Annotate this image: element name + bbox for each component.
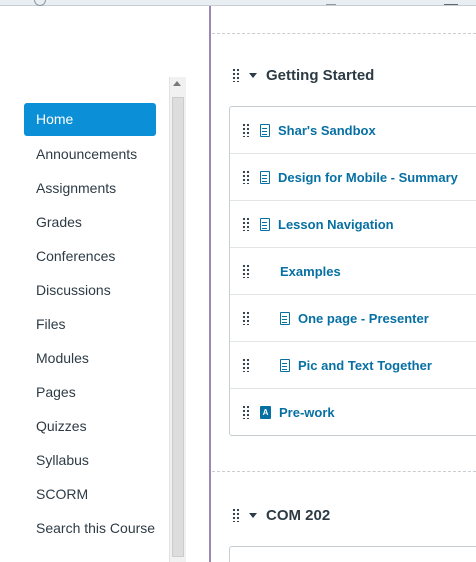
module-header: Getting Started — [232, 63, 374, 87]
module-item-link[interactable]: Pre-work — [279, 405, 335, 420]
content-divider — [209, 6, 211, 562]
quiz-icon: A — [260, 405, 271, 419]
module-items-list: Shar's Sandbox Design for Mobile - Summa… — [229, 106, 476, 436]
modules-content: Getting Started Shar's Sandbox Design fo… — [212, 6, 476, 562]
drag-handle-icon[interactable] — [242, 123, 250, 137]
module-items-list — [229, 546, 476, 562]
module-item-link[interactable]: Design for Mobile - Summary — [278, 170, 458, 185]
page-icon — [260, 123, 270, 137]
sidebar-item-quizzes[interactable]: Quizzes — [24, 409, 156, 443]
module-separator — [212, 471, 476, 472]
sidebar-item-grades[interactable]: Grades — [24, 205, 156, 239]
drag-handle-icon[interactable] — [242, 264, 250, 278]
drag-handle-icon[interactable] — [242, 170, 250, 184]
collapse-caret-icon[interactable] — [249, 72, 257, 78]
subheader-label: Examples — [280, 263, 341, 279]
sidebar-item-scorm[interactable]: SCORM — [24, 477, 156, 511]
module-title: COM 202 — [266, 506, 331, 524]
sidebar-item-assignments[interactable]: Assignments — [24, 171, 156, 205]
page-icon — [260, 217, 270, 231]
drag-handle-icon[interactable] — [232, 508, 240, 522]
course-nav-list: Home Announcements Assignments Grades Co… — [24, 103, 156, 539]
module-item: Shar's Sandbox — [230, 107, 476, 154]
module-item-link[interactable]: Pic and Text Together — [298, 358, 432, 373]
sidebar-item-conferences[interactable]: Conferences — [24, 239, 156, 273]
drag-handle-icon[interactable] — [232, 68, 240, 82]
drag-handle-icon[interactable] — [242, 405, 250, 419]
module-item: A Pre-work — [230, 389, 476, 435]
sidebar-item-home[interactable]: Home — [24, 103, 156, 136]
module-item-link[interactable]: Shar's Sandbox — [278, 123, 376, 138]
module-item: Lesson Navigation — [230, 201, 476, 248]
module-subheader: Examples — [230, 248, 476, 295]
scroll-up-arrow-icon[interactable] — [173, 81, 181, 86]
module-separator — [212, 33, 476, 34]
module-title: Getting Started — [266, 66, 375, 84]
module-item: Design for Mobile - Summary — [230, 154, 476, 201]
toolbar-icon — [444, 0, 458, 5]
module-header: COM 202 — [232, 503, 330, 527]
sidebar-item-modules[interactable]: Modules — [24, 341, 156, 375]
course-navigation: Home Announcements Assignments Grades Co… — [0, 6, 185, 562]
sidebar-item-announcements[interactable]: Announcements — [24, 137, 156, 171]
module-item-link[interactable]: One page - Presenter — [298, 311, 429, 326]
collapse-caret-icon[interactable] — [249, 512, 257, 518]
drag-handle-icon[interactable] — [242, 217, 250, 231]
sidebar-item-pages[interactable]: Pages — [24, 375, 156, 409]
module-item: Pic and Text Together — [230, 342, 476, 389]
page-icon — [280, 358, 290, 372]
drag-handle-icon[interactable] — [242, 311, 250, 325]
page-icon — [260, 170, 270, 184]
page-icon — [280, 311, 290, 325]
module-item: One page - Presenter — [230, 295, 476, 342]
module-item-link[interactable]: Lesson Navigation — [278, 217, 394, 232]
scrollbar-thumb[interactable] — [172, 97, 184, 557]
toolbar-icon — [326, 0, 336, 5]
sidebar-item-syllabus[interactable]: Syllabus — [24, 443, 156, 477]
sidebar-item-search-course[interactable]: Search this Course — [24, 511, 156, 539]
sidebar-scrollbar[interactable] — [169, 77, 186, 562]
drag-handle-icon[interactable] — [242, 358, 250, 372]
sidebar-item-discussions[interactable]: Discussions — [24, 273, 156, 307]
sidebar-item-files[interactable]: Files — [24, 307, 156, 341]
